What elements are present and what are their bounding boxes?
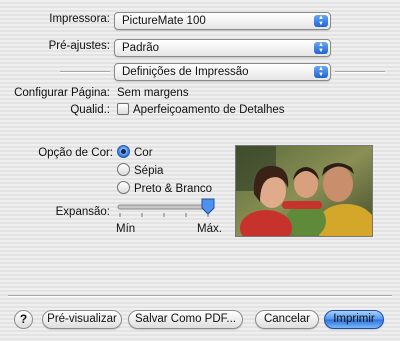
printer-popup[interactable]: PictureMate 100 ▲ ▼ bbox=[114, 12, 331, 30]
presets-popup[interactable]: Padrão ▲ ▼ bbox=[114, 39, 331, 57]
expansion-label: Expansão: bbox=[55, 206, 110, 218]
radio-black-white-label: Preto & Branco bbox=[134, 183, 212, 195]
radio-button[interactable] bbox=[117, 163, 130, 177]
presets-label: Pré-ajustes: bbox=[48, 40, 110, 52]
expansion-max-label: Máx. bbox=[197, 223, 222, 235]
radio-button-selected[interactable] bbox=[117, 145, 130, 159]
detail-enhancement-label: Aperfeiçoamento de Detalhes bbox=[133, 104, 285, 116]
slider-ticks bbox=[119, 213, 209, 217]
radio-black-white[interactable]: Preto & Branco bbox=[117, 181, 212, 197]
help-icon[interactable]: ? bbox=[14, 310, 33, 329]
print-button[interactable]: Imprimir bbox=[324, 310, 384, 329]
page-setup-label: Configurar Página: bbox=[14, 87, 110, 99]
separator-right bbox=[335, 71, 385, 73]
panel-value: Definições de Impressão bbox=[122, 66, 249, 78]
up-down-arrows-icon: ▲ ▼ bbox=[314, 15, 328, 27]
preview-image bbox=[235, 145, 373, 237]
expansion-min-label: Mín bbox=[116, 223, 136, 235]
slider-thumb[interactable] bbox=[201, 198, 215, 215]
panel-popup[interactable]: Definições de Impressão ▲ ▼ bbox=[114, 63, 331, 81]
preview-button[interactable]: Pré-visualizar bbox=[42, 310, 122, 329]
cancel-button[interactable]: Cancelar bbox=[255, 310, 319, 329]
radio-sepia-label: Sépia bbox=[134, 165, 164, 177]
color-option-label: Opção de Cor: bbox=[38, 147, 113, 159]
presets-value: Padrão bbox=[122, 42, 160, 54]
up-down-arrows-icon: ▲ ▼ bbox=[314, 66, 328, 78]
bottom-separator bbox=[8, 295, 392, 297]
page-setup-value: Sem margens bbox=[117, 87, 189, 99]
printer-value: PictureMate 100 bbox=[122, 15, 206, 27]
radio-color[interactable]: Cor bbox=[117, 145, 153, 161]
quality-label: Qualid.: bbox=[70, 104, 110, 116]
separator-left bbox=[60, 71, 110, 73]
checkbox-box[interactable] bbox=[117, 102, 129, 115]
slider-track bbox=[117, 204, 213, 210]
expansion-slider[interactable] bbox=[112, 198, 222, 224]
radio-button[interactable] bbox=[117, 181, 130, 195]
radio-sepia[interactable]: Sépia bbox=[117, 163, 163, 179]
printer-label: Impressora: bbox=[49, 13, 110, 25]
radio-color-label: Cor bbox=[134, 147, 153, 159]
save-as-pdf-button[interactable]: Salvar Como PDF... bbox=[128, 310, 243, 329]
up-down-arrows-icon: ▲ ▼ bbox=[314, 42, 328, 54]
detail-enhancement-checkbox[interactable]: Aperfeiçoamento de Detalhes bbox=[117, 102, 285, 116]
